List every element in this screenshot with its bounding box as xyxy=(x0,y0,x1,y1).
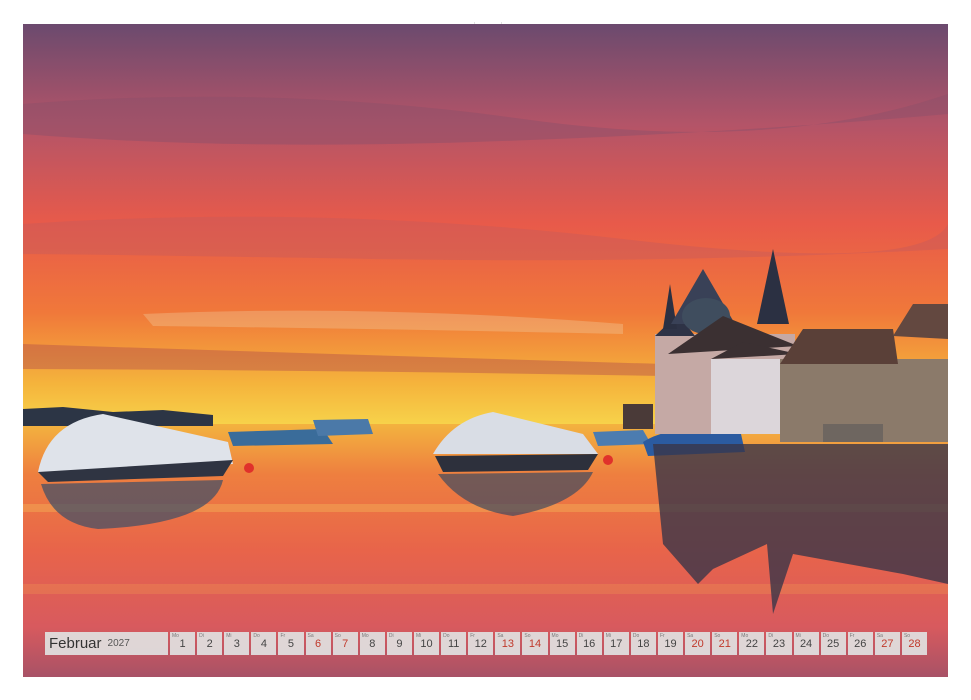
day-cell: Mo 8 xyxy=(359,632,385,655)
day-cell: Do 11 xyxy=(441,632,467,655)
day-cell: Mo 1 xyxy=(170,632,196,655)
red-buoy xyxy=(244,463,254,473)
day-number: 22 xyxy=(745,638,758,650)
day-number: 16 xyxy=(583,638,596,650)
day-cell: So 14 xyxy=(522,632,548,655)
day-cell: Mi 10 xyxy=(413,632,440,655)
day-cell: Di 23 xyxy=(766,632,792,655)
sunset-harbor-scene xyxy=(23,24,948,677)
day-number: 23 xyxy=(772,638,786,650)
day-number: 6 xyxy=(315,638,322,650)
calendar-photo xyxy=(23,24,948,677)
calendar-grid: Februar 2027 Mo 1 Di 2 Mi 3 Do 4 Fr 5 Sa 6 So 7 Mo 8 Di 9… xyxy=(45,632,928,655)
day-number: 7 xyxy=(342,638,349,650)
day-cell: Sa 13 xyxy=(495,632,521,655)
day-cell: So 7 xyxy=(332,632,358,655)
day-number: 3 xyxy=(233,638,240,650)
day-number: 20 xyxy=(691,638,704,650)
day-number: 4 xyxy=(260,638,267,650)
day-cell: Di 2 xyxy=(197,632,223,655)
day-number: 19 xyxy=(664,638,677,650)
day-number: 27 xyxy=(881,638,894,650)
day-cell: Fr 26 xyxy=(847,632,873,655)
day-number: 15 xyxy=(555,638,569,650)
month-label-cell: Februar 2027 xyxy=(45,632,168,655)
day-cell: Do 25 xyxy=(820,632,846,655)
day-number: 13 xyxy=(501,638,514,650)
day-number: 21 xyxy=(718,638,731,650)
day-cell: Sa 20 xyxy=(685,632,711,655)
red-buoy xyxy=(603,455,613,465)
day-cell: Mo 15 xyxy=(549,632,575,655)
day-number: 9 xyxy=(396,638,403,650)
year: 2027 xyxy=(107,638,130,649)
day-cell: Mi 24 xyxy=(793,632,819,655)
day-number: 18 xyxy=(637,638,650,650)
day-number: 28 xyxy=(908,638,921,650)
day-number: 5 xyxy=(287,638,295,650)
day-cell: Do 4 xyxy=(251,632,277,655)
day-cell: Di 9 xyxy=(386,632,412,655)
day-cell: Sa 6 xyxy=(305,632,331,655)
day-cell: Fr 5 xyxy=(278,632,304,655)
day-number: 17 xyxy=(610,638,623,650)
day-cell: Do 18 xyxy=(630,632,656,655)
day-number: 1 xyxy=(179,638,186,650)
day-cell: Fr 12 xyxy=(468,632,494,655)
day-cell: Mo 22 xyxy=(739,632,765,655)
day-number: 12 xyxy=(474,638,487,650)
day-number: 10 xyxy=(420,638,433,650)
day-number: 25 xyxy=(827,638,840,650)
day-number: 2 xyxy=(206,638,213,650)
month-name: Februar xyxy=(49,635,102,652)
day-cell: Mi 17 xyxy=(603,632,629,655)
day-cell: Sa 27 xyxy=(874,632,900,655)
day-cell: So 28 xyxy=(901,632,928,655)
day-number: 24 xyxy=(799,638,813,650)
day-number: 11 xyxy=(447,638,460,650)
day-cell: Di 16 xyxy=(576,632,602,655)
day-cell: Mi 3 xyxy=(224,632,250,655)
day-number: 26 xyxy=(854,638,867,650)
day-cell: Fr 19 xyxy=(657,632,684,655)
day-number: 14 xyxy=(528,638,542,650)
day-number: 8 xyxy=(369,638,376,650)
day-cell: So 21 xyxy=(712,632,738,655)
